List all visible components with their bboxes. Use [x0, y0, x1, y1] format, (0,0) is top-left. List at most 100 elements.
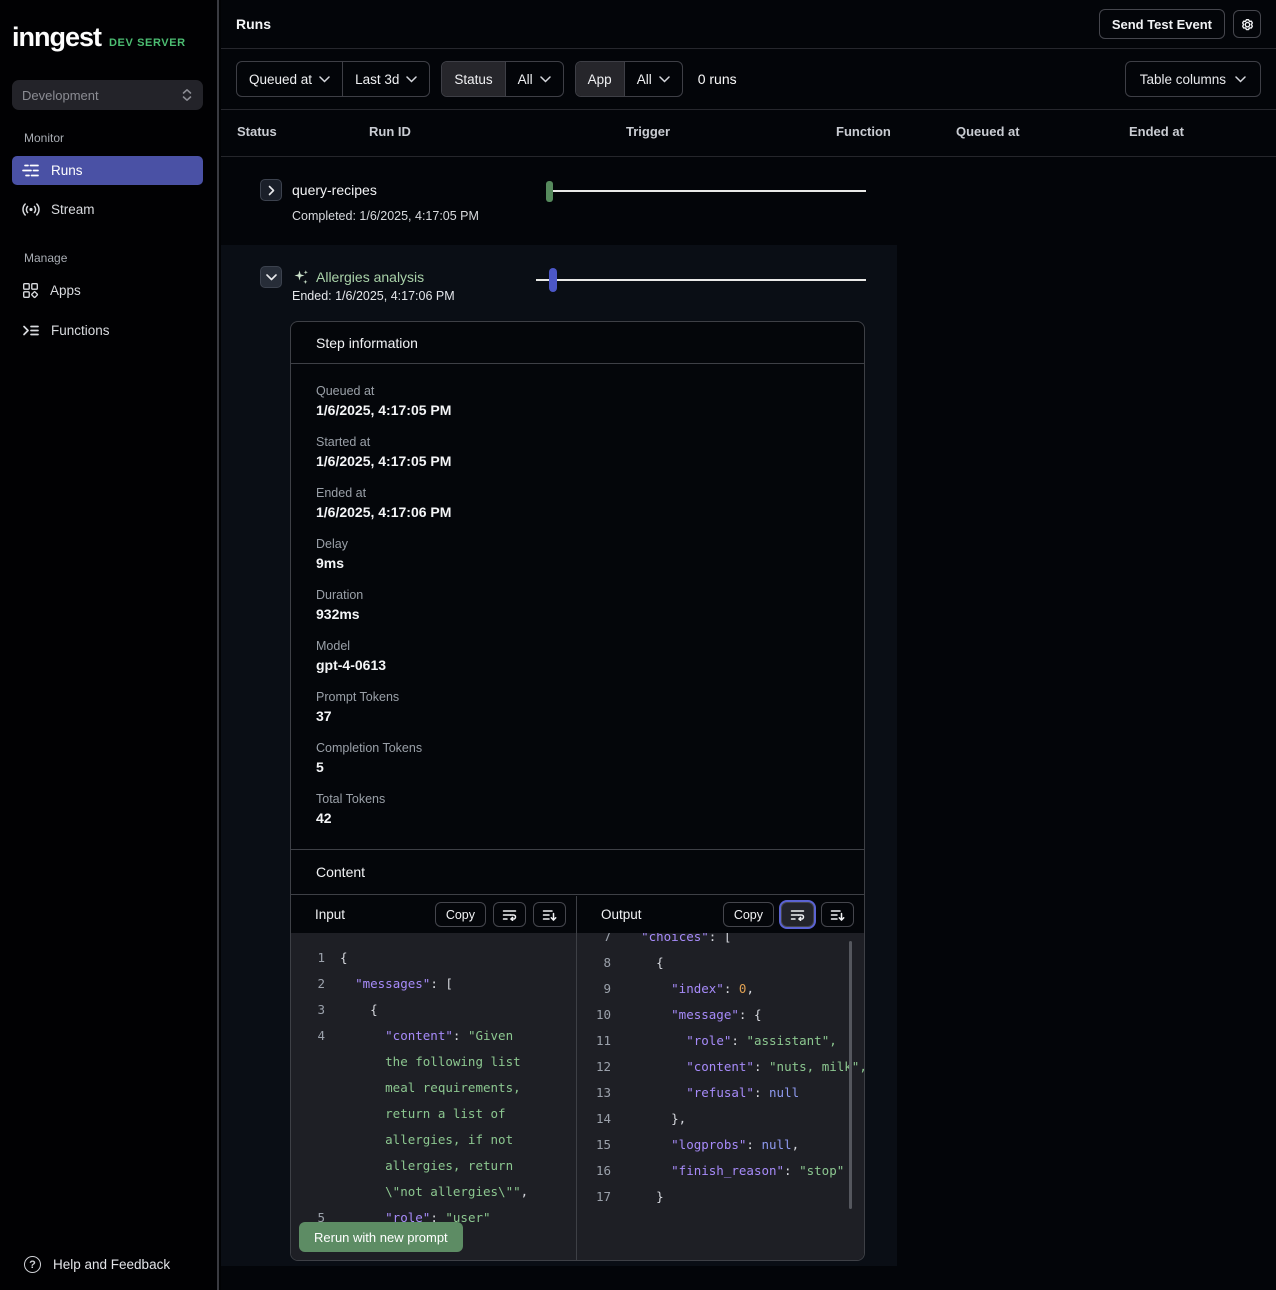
step-info-field: Completion Tokens5: [316, 741, 839, 775]
input-code-editor[interactable]: 1{2 "messages": [3 {4 "content": "Given …: [291, 933, 576, 1260]
step-info-field: Total Tokens42: [316, 792, 839, 826]
sidebar: inngest DEV SERVER Development Monitor R…: [0, 0, 219, 1290]
column-header: Status: [237, 124, 277, 139]
app-filter-dropdown[interactable]: All: [624, 62, 682, 96]
functions-icon: [22, 323, 40, 338]
chevron-down-icon: [540, 76, 551, 83]
chevrons-up-down-icon: [181, 88, 193, 102]
inngest-logo: inngest: [12, 22, 101, 53]
input-pane: Input Copy: [291, 896, 577, 1260]
input-pane-toolbar: Input Copy: [291, 896, 576, 933]
sidebar-item-stream[interactable]: Stream: [12, 195, 203, 224]
time-field-dropdown[interactable]: Queued at: [237, 62, 342, 96]
status-filter-label: Status: [442, 62, 504, 96]
scroll-to-bottom-icon: [830, 909, 845, 921]
step-detail-card: Step information Queued at1/6/2025, 4:17…: [290, 321, 865, 1261]
help-and-feedback[interactable]: ? Help and Feedback: [24, 1256, 170, 1273]
chevron-down-icon: [406, 76, 417, 83]
chevron-down-icon: [319, 76, 330, 83]
chevron-down-icon: [266, 274, 277, 281]
page-title: Runs: [236, 16, 271, 32]
send-test-event-button[interactable]: Send Test Event: [1099, 9, 1225, 39]
step-information-header: Step information: [291, 322, 864, 364]
collapse-row-button[interactable]: [260, 266, 282, 288]
content-header: Content: [291, 850, 864, 895]
step-info-field: Delay9ms: [316, 537, 839, 571]
sidebar-item-runs[interactable]: Runs: [12, 156, 203, 185]
status-pill-step: [549, 268, 557, 292]
output-scroll-bottom-button[interactable]: [821, 902, 854, 927]
sidebar-item-label: Functions: [51, 323, 110, 338]
sidebar-item-label: Apps: [50, 283, 81, 298]
filter-bar: Queued at Last 3d Status All App All 0 r…: [221, 49, 1276, 110]
output-copy-button[interactable]: Copy: [723, 902, 774, 927]
step-info-field: Started at1/6/2025, 4:17:05 PM: [316, 435, 839, 469]
expand-row-button[interactable]: [260, 179, 282, 201]
time-filter: Queued at Last 3d: [236, 61, 430, 97]
env-label: DEV SERVER: [109, 37, 186, 49]
output-pane-title: Output: [601, 907, 642, 922]
column-header: Trigger: [626, 124, 670, 139]
output-code-editor[interactable]: 7 "choices": [8 {9 "index": 0,10 "messag…: [577, 933, 864, 1260]
column-header: Queued at: [956, 124, 1020, 139]
main-content: Runs Send Test Event Queued at Last 3d: [221, 0, 1276, 1290]
wrap-text-icon: [790, 909, 805, 921]
step-info-field: Modelgpt-4-0613: [316, 639, 839, 673]
step-info-field: Prompt Tokens37: [316, 690, 839, 724]
help-icon: ?: [24, 1256, 41, 1273]
step-info-field: Queued at1/6/2025, 4:17:05 PM: [316, 384, 839, 418]
time-range-dropdown[interactable]: Last 3d: [342, 62, 429, 96]
input-copy-button[interactable]: Copy: [435, 902, 486, 927]
step-information-fields: Queued at1/6/2025, 4:17:05 PM Started at1…: [291, 364, 864, 826]
brand: inngest DEV SERVER: [12, 22, 186, 53]
run-id-link[interactable]: query-recipes: [292, 182, 377, 198]
table-row: query-recipes Completed: 1/6/2025, 4:17:…: [221, 157, 1276, 245]
step-status-line: Ended: 1/6/2025, 4:17:06 PM: [292, 289, 455, 303]
timeline-line: [553, 190, 866, 192]
output-pane-toolbar: Output Copy: [577, 896, 864, 933]
app-filter-label: App: [576, 62, 624, 96]
column-header: Function: [836, 124, 891, 139]
chevron-down-icon: [659, 76, 670, 83]
status-filter-value: All: [518, 72, 533, 87]
table-columns-label: Table columns: [1140, 72, 1226, 87]
table-header: Status Run ID Trigger Function Queued at Ende…: [221, 110, 1276, 157]
settings-button[interactable]: [1233, 10, 1261, 38]
input-pane-title: Input: [315, 907, 345, 922]
sidebar-item-label: Runs: [51, 163, 83, 178]
input-wrap-text-button[interactable]: [493, 902, 526, 927]
time-range-value: Last 3d: [355, 72, 399, 87]
help-label: Help and Feedback: [53, 1257, 170, 1272]
step-info-field: Ended at1/6/2025, 4:17:06 PM: [316, 486, 839, 520]
column-header: Ended at: [1129, 124, 1184, 139]
apps-icon: [22, 282, 39, 299]
chevron-down-icon: [1235, 76, 1246, 83]
workspace-select-value: Development: [22, 88, 99, 103]
sidebar-section-monitor: Monitor: [24, 131, 64, 145]
sidebar-item-apps[interactable]: Apps: [12, 276, 203, 305]
workspace-select[interactable]: Development: [12, 80, 203, 110]
input-scroll-bottom-button[interactable]: [533, 902, 566, 927]
table-row-expanded: Allergies analysis Ended: 1/6/2025, 4:17…: [221, 245, 897, 1266]
table-columns-button[interactable]: Table columns: [1125, 61, 1261, 97]
output-scrollbar[interactable]: [849, 941, 852, 1209]
column-header: Run ID: [369, 124, 411, 139]
step-name-link[interactable]: Allergies analysis: [316, 269, 424, 285]
sidebar-item-label: Stream: [51, 202, 95, 217]
chevron-right-icon: [268, 185, 275, 196]
runs-count: 0 runs: [698, 71, 737, 87]
rerun-with-new-prompt-button[interactable]: Rerun with new prompt: [299, 1222, 463, 1252]
timeline-line: [557, 279, 866, 281]
output-wrap-text-button[interactable]: [781, 902, 814, 927]
step-info-field: Duration932ms: [316, 588, 839, 622]
status-filter-dropdown[interactable]: All: [505, 62, 563, 96]
output-pane: Output Copy: [577, 896, 864, 1260]
wrap-text-icon: [502, 909, 517, 921]
gear-icon: [1239, 16, 1256, 33]
app-filter-value: All: [637, 72, 652, 87]
content-section: Content Input Copy: [291, 849, 864, 1260]
scroll-to-bottom-icon: [542, 909, 557, 921]
status-filter: Status All: [441, 61, 563, 97]
sidebar-item-functions[interactable]: Functions: [12, 316, 203, 345]
runs-icon: [22, 163, 40, 178]
